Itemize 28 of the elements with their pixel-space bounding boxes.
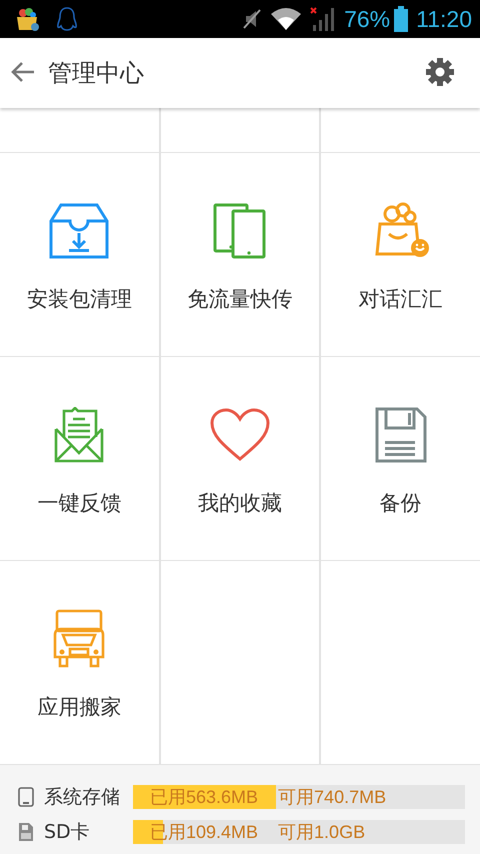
settings-button[interactable] [426,58,454,88]
battery-percentage: 76% [344,6,390,32]
tool-item[interactable]: 应用搬家 [37,693,122,721]
tool-item[interactable]: 备份 [380,489,422,517]
free-amount: 可用1.0GB [278,821,366,844]
phone-icon [18,787,34,807]
mute-icon [242,8,262,30]
storage-label: 系统存储 [44,785,121,810]
phones-icon [212,201,267,261]
tool-item[interactable]: 免流量快传 [187,285,292,313]
tool-item[interactable]: 对话汇汇 [358,285,443,313]
used-amount: 已用563.6MB [150,786,258,809]
box-download-icon [49,201,110,261]
wifi-icon [270,7,302,31]
envelope-letter-icon [54,405,104,465]
clock: 11:20 [416,6,472,32]
free-amount: 可用740.7MB [278,786,386,809]
tool-item[interactable]: 安装包清理 [26,285,132,313]
sd-card-icon [18,822,34,842]
page-title: 管理中心 [48,58,145,89]
truck-icon [53,609,106,669]
battery-icon [394,6,408,32]
tool-item[interactable]: 我的收藏 [198,489,282,517]
signal-icon [310,6,336,32]
storage-label: SD卡 [44,820,91,845]
bag-icon [14,6,40,32]
tool-item[interactable]: 一键反馈 [37,489,122,517]
penguin-icon [56,6,78,32]
